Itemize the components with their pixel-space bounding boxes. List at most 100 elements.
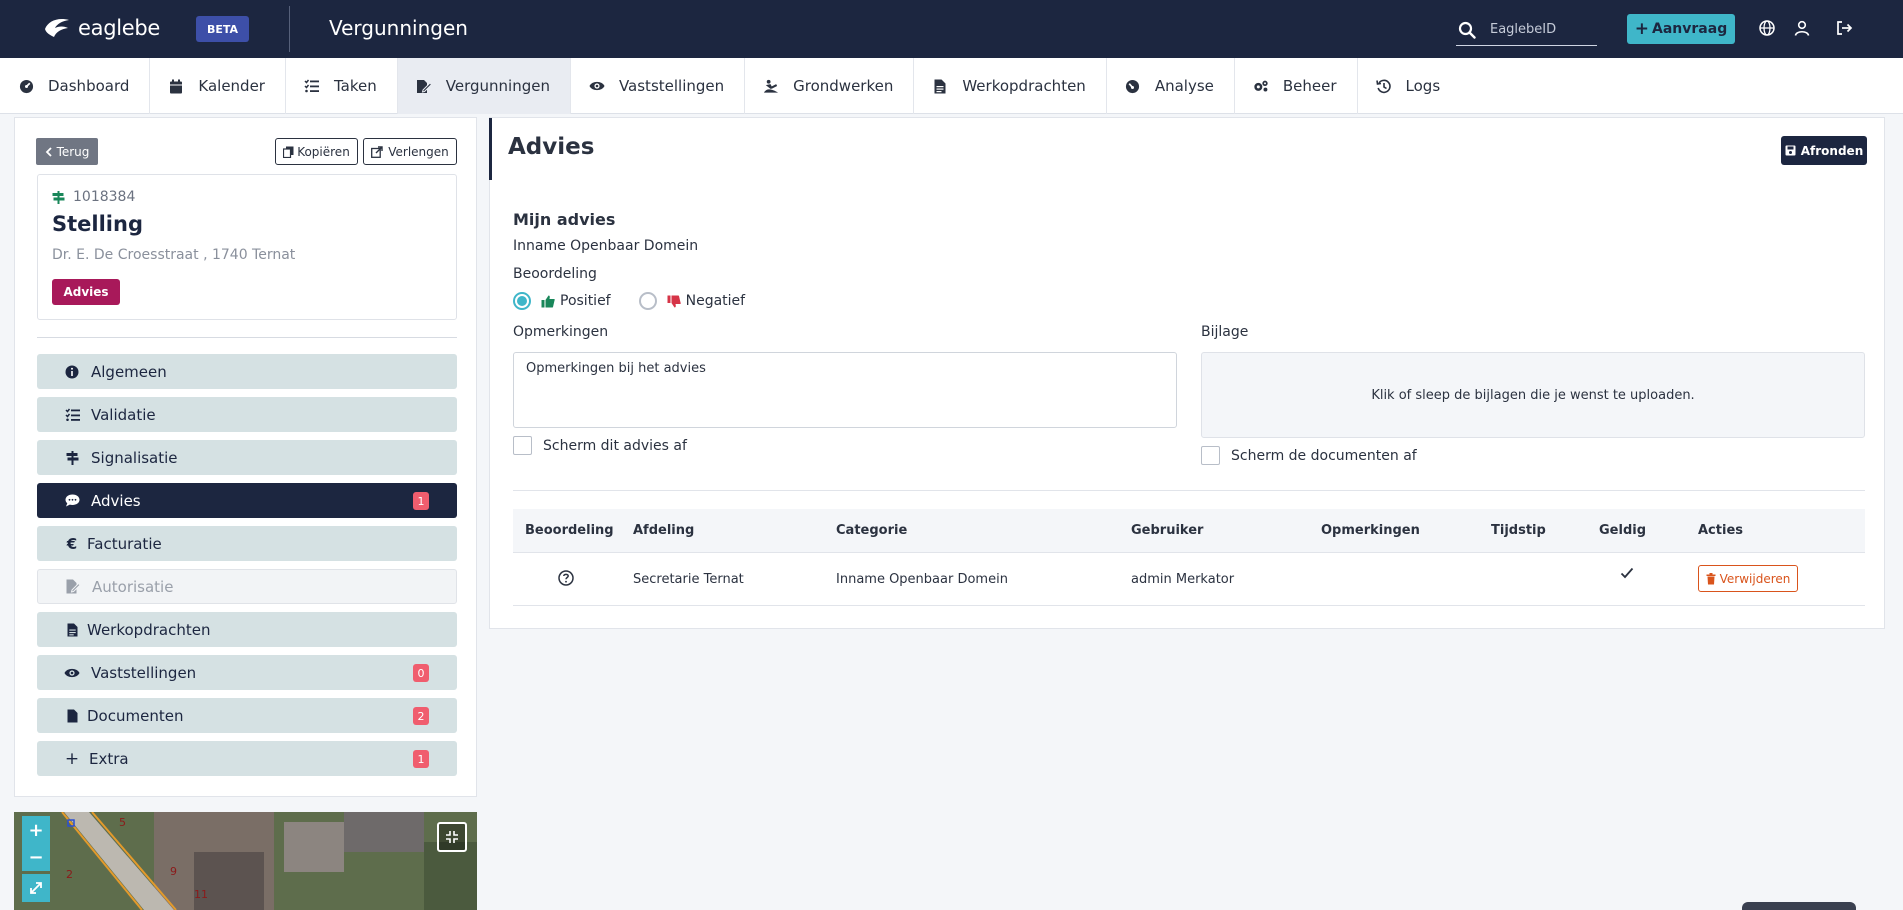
sidebar-item-vaststellingen[interactable]: Vaststellingen 0 (37, 655, 457, 690)
positive-label: Positief (560, 293, 611, 309)
sidebar-item-extra[interactable]: + Extra 1 (37, 741, 457, 776)
file-icon (63, 709, 81, 723)
svg-text:2: 2 (66, 868, 73, 881)
col-tijdstip: Tijdstip (1491, 523, 1546, 538)
app-title: Vergunningen (329, 16, 468, 40)
share-icon (371, 145, 383, 158)
nav-beheer[interactable]: Beheer (1235, 58, 1358, 114)
divider (37, 337, 457, 338)
zoom-out-button[interactable]: − (22, 843, 50, 871)
nav-label: Kalender (198, 77, 265, 95)
thumbs-down-icon (667, 295, 681, 307)
copy-button[interactable]: Kopiëren (275, 138, 358, 165)
history-icon (1375, 78, 1392, 94)
col-acties: Acties (1698, 523, 1743, 538)
nav-werkopdrachten[interactable]: Werkopdrachten (914, 58, 1107, 114)
map-view[interactable]: 5 9 11 2 + − (14, 812, 477, 910)
signpost-icon (63, 450, 81, 465)
sidebar-item-label: Facturatie (87, 534, 162, 553)
positive-radio[interactable] (513, 292, 531, 310)
afronden-button[interactable]: Afronden (1781, 136, 1867, 165)
advice-subject: Inname Openbaar Domein (513, 238, 699, 254)
sidebar-item-facturatie[interactable]: € Facturatie (37, 526, 457, 561)
aanvraag-button[interactable]: + Aanvraag (1627, 14, 1735, 44)
search-input[interactable] (1490, 22, 1590, 37)
svg-text:5: 5 (119, 816, 126, 829)
nav-label: Vaststellingen (618, 77, 725, 95)
left-panel: Terug Kopiëren Verlengen 1018384 Stellin… (14, 117, 477, 797)
nav-label: Grondwerken (793, 77, 894, 95)
attachment-dropzone[interactable]: Klik of sleep de bijlagen die je wenst t… (1201, 352, 1865, 438)
attachment-label: Bijlage (1201, 324, 1249, 340)
eye-icon (589, 78, 605, 94)
logo[interactable]: eaglebe (42, 15, 160, 41)
shield-docs-label: Scherm de documenten af (1231, 447, 1417, 464)
negative-label: Negatief (685, 293, 746, 309)
permit-id: 1018384 (52, 189, 135, 205)
back-button[interactable]: Terug (36, 138, 98, 165)
file-signature-icon (64, 579, 82, 594)
logout-icon[interactable] (1833, 17, 1855, 39)
digging-icon (763, 78, 779, 94)
sidebar-item-algemeen[interactable]: Algemeen (37, 354, 457, 389)
col-geldig: Geldig (1599, 523, 1647, 538)
nav-grondwerken[interactable]: Grondwerken (745, 58, 915, 114)
header-divider (289, 6, 290, 52)
tasks-icon (304, 78, 320, 94)
sidebar-item-validatie[interactable]: Validatie (37, 397, 457, 432)
negative-radio[interactable] (638, 292, 657, 310)
shield-advice-checkbox[interactable] (513, 436, 532, 455)
permit-title: Stelling (52, 212, 143, 236)
col-categorie: Categorie (836, 523, 908, 538)
search-box (1456, 14, 1597, 46)
gears-icon (1253, 78, 1269, 94)
remarks-textarea[interactable] (513, 352, 1177, 428)
section-title: Mijn advies (513, 210, 616, 229)
nav-vergunningen[interactable]: Vergunningen (397, 58, 571, 114)
user-icon[interactable] (1791, 17, 1813, 39)
beta-badge: BETA (196, 16, 249, 42)
nav-taken[interactable]: Taken (286, 58, 398, 114)
globe-icon[interactable] (1756, 17, 1778, 39)
count-badge: 0 (413, 664, 429, 682)
sidebar-item-label: Werkopdrachten (87, 620, 211, 639)
shield-advice-row: Scherm dit advies af (513, 436, 687, 455)
rating-radio-group: Positief Negatief (513, 292, 745, 310)
shield-advice-label: Scherm dit advies af (543, 437, 687, 454)
beoordeling-label: Beoordeling (513, 266, 597, 282)
permit-address: Dr. E. De Croesstraat , 1740 Ternat (52, 247, 296, 263)
sidebar-item-advies[interactable]: Advies 1 (37, 483, 457, 518)
divider (513, 490, 1865, 491)
nav-logs[interactable]: Logs (1358, 58, 1461, 114)
delete-button[interactable]: Verwijderen (1698, 565, 1798, 592)
floating-tab[interactable] (1742, 902, 1856, 910)
plus-icon: + (64, 748, 80, 769)
plus-icon: + (1634, 19, 1650, 39)
fullscreen-button[interactable] (22, 874, 50, 902)
nav-dashboard[interactable]: Dashboard (0, 58, 151, 114)
table-header: Beoordeling Afdeling Categorie Gebruiker… (513, 509, 1865, 553)
sidebar-item-label: Algemeen (91, 362, 167, 381)
col-opmerkingen: Opmerkingen (1321, 523, 1420, 538)
zoom-in-button[interactable]: + (22, 816, 50, 844)
nav-label: Vergunningen (445, 77, 550, 95)
check-icon (1620, 567, 1634, 583)
sidebar-item-signalisatie[interactable]: Signalisatie (37, 440, 457, 475)
shield-docs-checkbox[interactable] (1201, 446, 1220, 465)
nav-analyse[interactable]: Analyse (1107, 58, 1235, 114)
extend-button[interactable]: Verlengen (363, 138, 457, 165)
nav-vaststellingen[interactable]: Vaststellingen (571, 58, 746, 114)
collapse-map-button[interactable] (437, 822, 467, 852)
sidebar-item-autorisatie[interactable]: Autorisatie (37, 569, 457, 604)
search-icon[interactable] (1458, 21, 1476, 39)
sidebar-item-label: Autorisatie (92, 577, 174, 596)
remarks-label: Opmerkingen (513, 324, 609, 340)
sidebar-item-werkopdrachten[interactable]: Werkopdrachten (37, 612, 457, 647)
nav-kalender[interactable]: Kalender (150, 58, 286, 114)
table-row: Secretarie Ternat Inname Openbaar Domein… (513, 553, 1865, 606)
eye-icon (63, 667, 81, 679)
shield-docs-row: Scherm de documenten af (1201, 446, 1417, 465)
nav-label: Analyse (1154, 77, 1214, 95)
sidebar-item-documenten[interactable]: Documenten 2 (37, 698, 457, 733)
nav-label: Beheer (1282, 77, 1337, 95)
